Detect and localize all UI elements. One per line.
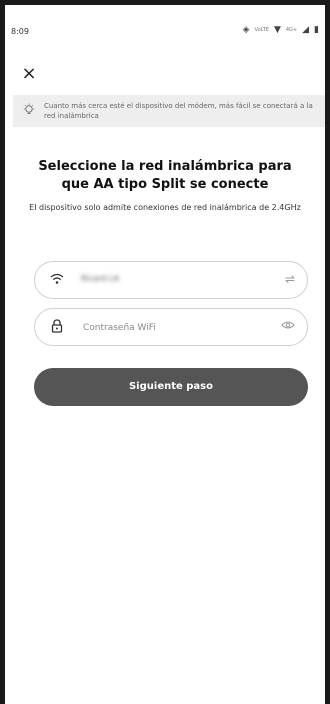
wifi-network-name: Ricard LA [81, 274, 119, 283]
page-subtitle: El dispositivo solo admite conexiones de… [29, 203, 301, 212]
wifi-status-icon: ▼ [273, 25, 281, 35]
eye-icon[interactable] [281, 319, 295, 334]
wifi-network-field[interactable]: Ricard LA ⇌ [34, 261, 308, 299]
wifi-icon [49, 271, 65, 287]
tip-banner: Cuanto más cerca esté el dispositivo del… [13, 95, 325, 127]
tip-text: Cuanto más cerca esté el dispositivo del… [44, 102, 313, 120]
next-step-button[interactable]: Siguiente paso [34, 368, 308, 406]
status-time: 8:09 [11, 27, 29, 36]
lock-icon [49, 318, 65, 334]
lightbulb-icon [23, 103, 35, 121]
volte-icon: VoLTE [254, 27, 269, 33]
battery-icon: ▮ [314, 25, 319, 35]
switch-network-icon[interactable]: ⇌ [285, 272, 295, 286]
password-input[interactable] [81, 318, 275, 338]
network-type-icon: 4G+ [285, 27, 298, 33]
signal-icon: ◢ [302, 25, 310, 35]
status-bar: 8:09 ◈ VoLTE ▼ 4G+ ◢ ▮ [5, 5, 325, 41]
app-screen: 8:09 ◈ VoLTE ▼ 4G+ ◢ ▮ × Cuanto más cerc… [5, 5, 325, 704]
password-field[interactable] [34, 308, 308, 346]
vibrate-icon: ◈ [242, 25, 250, 35]
close-icon[interactable]: × [19, 65, 39, 85]
page-title: Seleccione la red inalámbrica para que A… [38, 159, 292, 192]
status-icons: ◈ VoLTE ▼ 4G+ ◢ ▮ [243, 25, 319, 35]
